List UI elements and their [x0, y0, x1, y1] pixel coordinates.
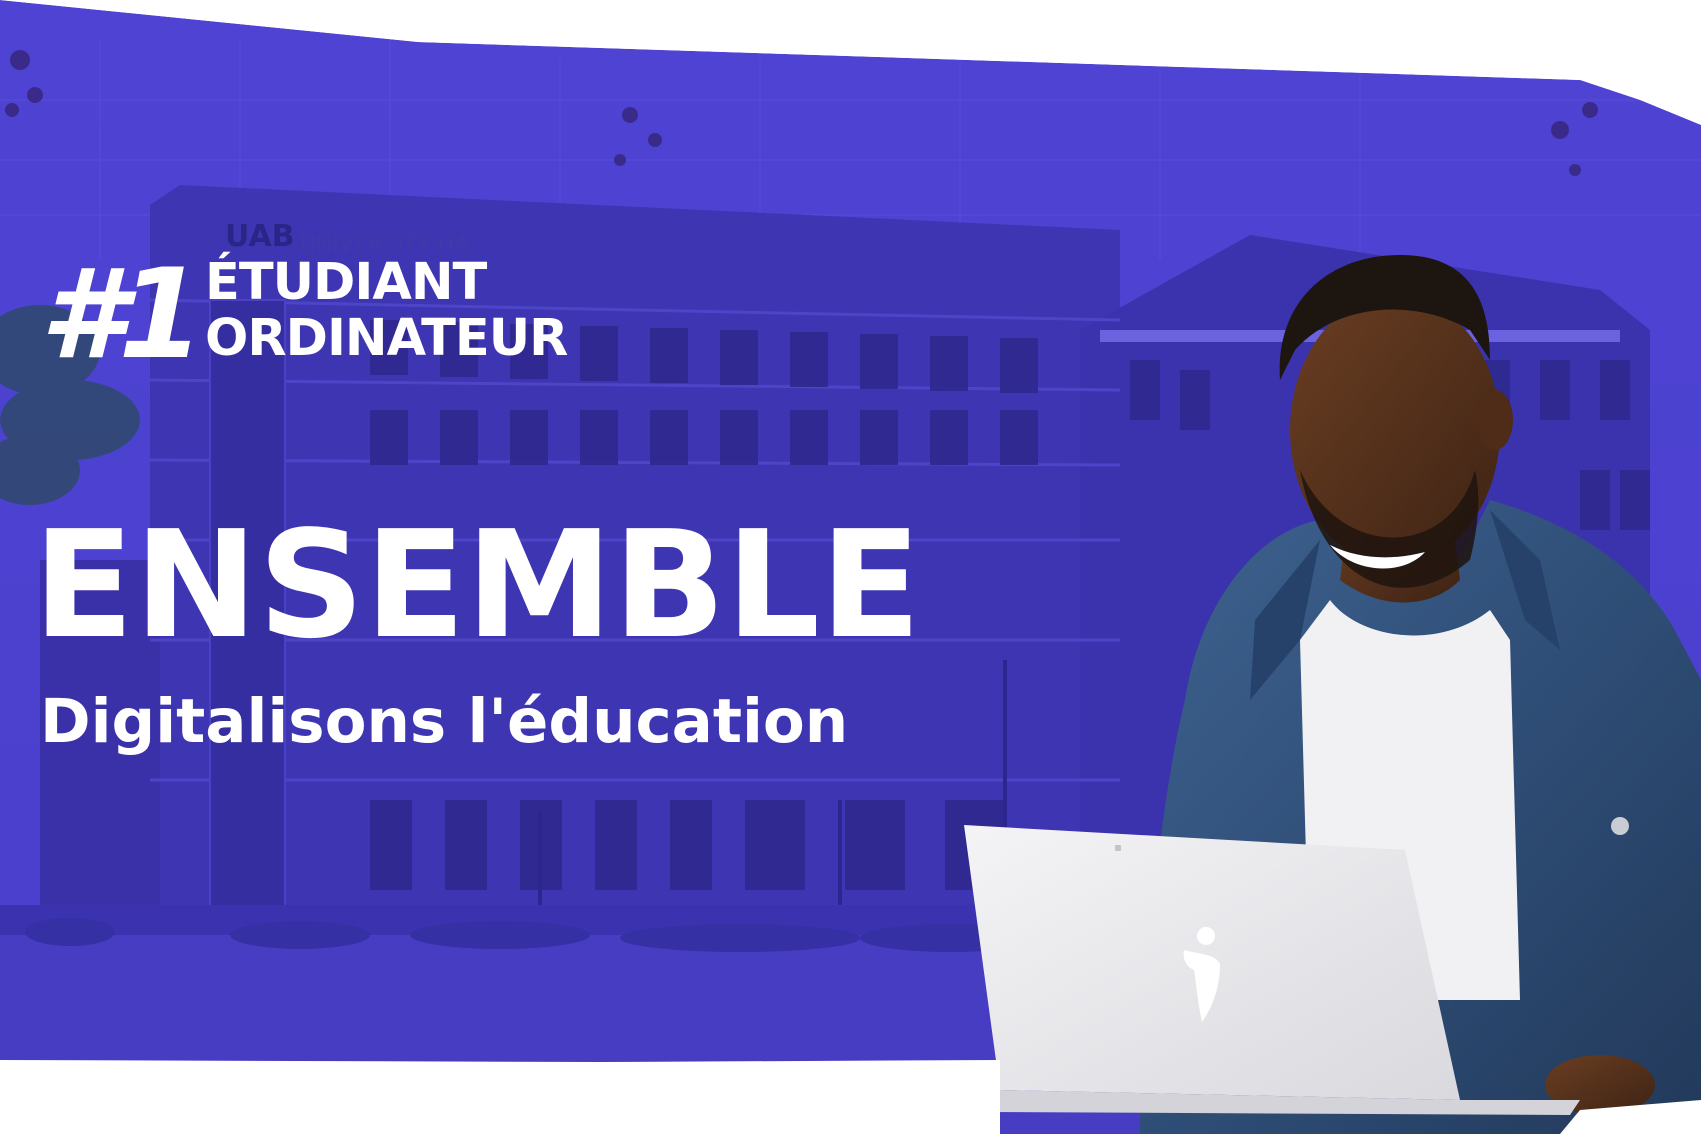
- rank-number: #1: [40, 243, 205, 387]
- bottom-torn-edge: [0, 1060, 1000, 1134]
- rank-line-ordinateur: ORDINATEUR: [205, 309, 568, 368]
- building-sign-logo: UAB: [225, 219, 295, 254]
- rank-line-etudiant: ÉTUDIANT: [205, 253, 487, 312]
- promo-banner: UAB UNIVERSITY HA #1 ÉTUDIANT ORDINATEUR…: [0, 0, 1701, 1134]
- rank-words: ÉTUDIANT ORDINATEUR: [205, 253, 568, 368]
- headline: ENSEMBLE: [33, 499, 922, 671]
- subline: Digitalisons l'éducation: [40, 686, 849, 757]
